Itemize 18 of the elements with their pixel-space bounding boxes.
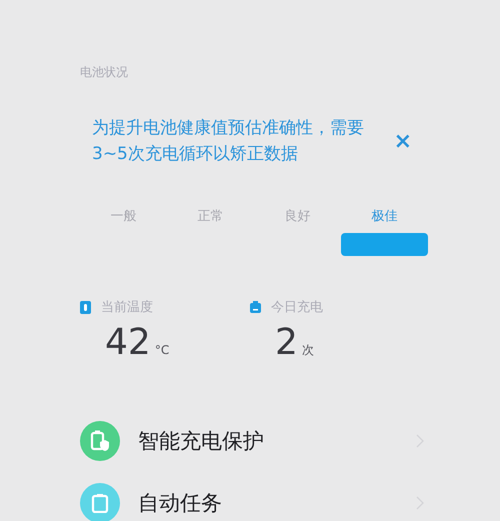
battery-icon [250,301,261,313]
battery-shield-icon [90,430,110,452]
stat-value: 42 [105,322,151,363]
notice-text: 为提升电池健康值预估准确性，需要3~5次充电循环以矫正数据 [92,117,365,166]
stat-label: 当前温度 [101,299,153,316]
stat-value: 2 [275,322,298,363]
menu-item[interactable]: 自动任务 [138,489,398,517]
stat-unit: °C [154,343,170,357]
stat-unit: 次 [302,342,314,359]
thermometer-icon [80,300,91,314]
stat-label: 今日充电 [271,299,323,316]
grade-label: 正常 [198,208,224,225]
grade-label: 极佳 [372,208,398,225]
grade-label: 良好 [284,208,310,225]
section-title: 电池状况 [80,64,129,81]
clipboard-icon [91,493,109,513]
menu-item[interactable]: 智能充电保护 [138,427,398,455]
grade-label: 一般 [110,208,136,225]
